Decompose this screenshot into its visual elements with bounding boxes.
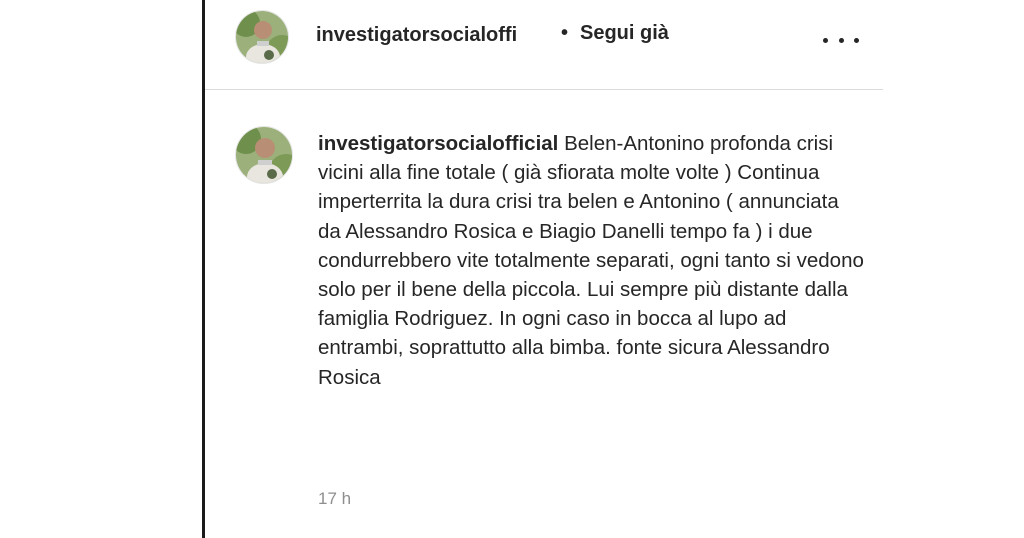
post-header: investigatorsocialoffi • Segui già — [205, 0, 883, 90]
comment-text: Belen-Antonino profonda crisi vicini all… — [318, 132, 864, 389]
comment-username[interactable]: investigatorsocialofficial — [318, 132, 558, 155]
dot-icon — [823, 37, 828, 43]
profile-avatar[interactable] — [235, 10, 289, 64]
comment-avatar[interactable] — [235, 126, 293, 184]
dot-icon — [838, 37, 844, 43]
header-divider — [205, 89, 883, 90]
following-button[interactable]: Segui già — [580, 22, 669, 45]
more-options-icon[interactable] — [823, 30, 859, 50]
comment-timestamp[interactable]: 17 h — [318, 489, 351, 509]
post-panel: investigatorsocialoffi • Segui già inves… — [205, 0, 883, 538]
separator-dot: • — [561, 22, 569, 44]
screenshot-frame: investigatorsocialoffi • Segui già inves… — [0, 0, 1024, 538]
comment-body: investigatorsocialofficial Belen-Antonin… — [318, 129, 866, 392]
dot-icon — [854, 37, 859, 43]
header-username[interactable]: investigatorsocialoffi — [316, 24, 556, 47]
